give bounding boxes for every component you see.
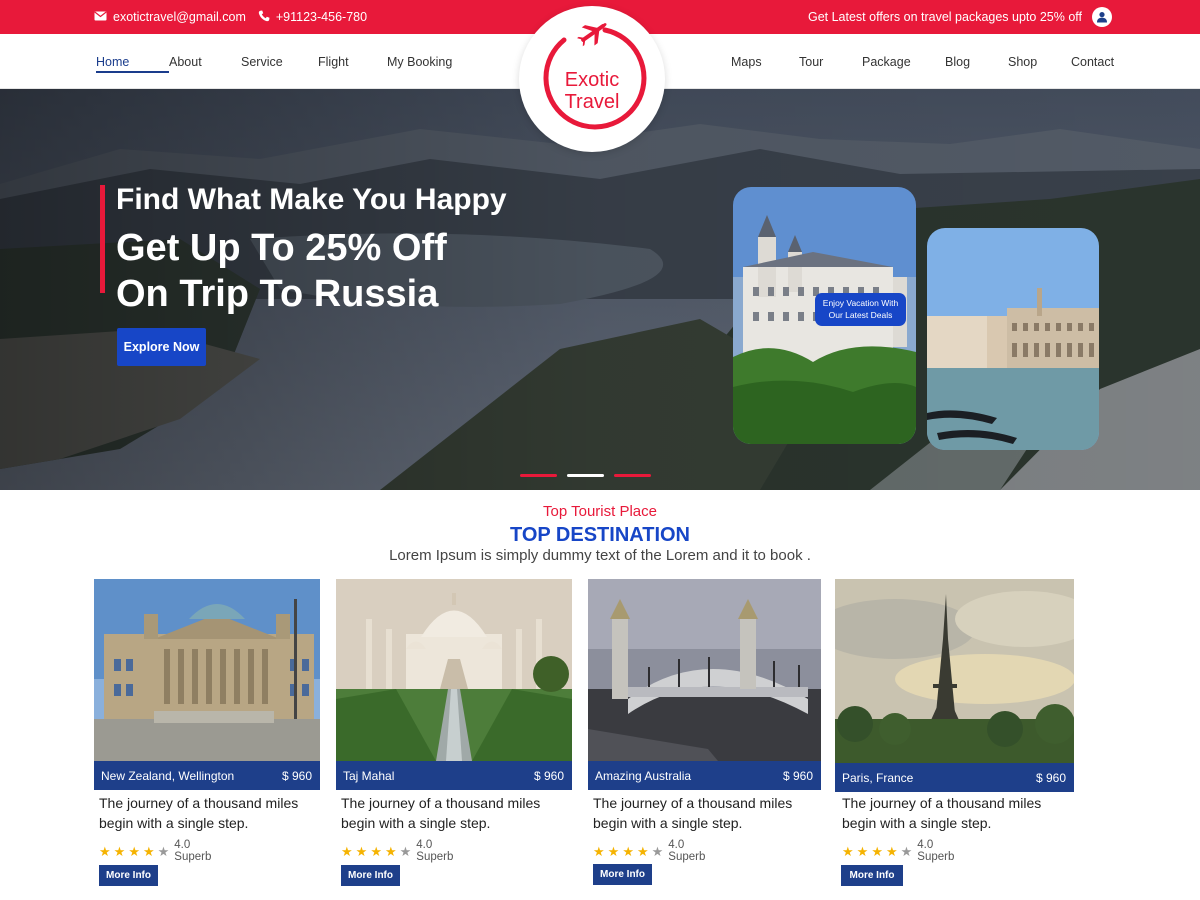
star-icon: ★ bbox=[142, 843, 155, 859]
logo-text-line1: Exotic bbox=[564, 69, 620, 91]
star-icon: ★ bbox=[885, 843, 898, 859]
more-info-button-3[interactable]: More Info bbox=[593, 864, 652, 885]
star-icon: ★ bbox=[856, 843, 869, 859]
star-icon: ★ bbox=[128, 843, 140, 859]
phone-text: +91123-456-780 bbox=[275, 10, 368, 24]
user-icon[interactable] bbox=[1092, 7, 1112, 27]
nav-right: Maps Tour Package Blog Shop Contact bbox=[731, 34, 1114, 89]
more-info-button-4[interactable]: More Info bbox=[841, 865, 903, 886]
destination-rating-1: ★ ★ ★ ★ ★ 4.0 Superb bbox=[99, 839, 211, 863]
destination-rating-text-4: 4.0 Superb bbox=[917, 839, 955, 863]
destination-bar-2: Taj Mahal $ 960 bbox=[336, 761, 572, 790]
destination-price-1: $ 960 bbox=[281, 768, 312, 783]
star-icon: ★ bbox=[99, 843, 111, 859]
venice-image bbox=[927, 228, 1099, 450]
destination-bar-1: New Zealand, Wellington $ 960 bbox=[94, 761, 320, 790]
deal-badge: Enjoy Vacation With Our Latest Deals bbox=[815, 293, 906, 326]
star-icon: ★ bbox=[384, 843, 397, 859]
deal-badge-line1: Enjoy Vacation With bbox=[822, 298, 899, 308]
nav-flight[interactable]: Flight bbox=[318, 55, 387, 69]
star-empty-icon: ★ bbox=[651, 843, 664, 859]
star-icon: ★ bbox=[593, 843, 605, 859]
envelope-icon bbox=[94, 10, 107, 24]
destination-description-1: The journey of a thousand miles begin wi… bbox=[99, 795, 299, 831]
hero-subtitle: Find What Make You Happy bbox=[116, 183, 507, 216]
nav-home[interactable]: Home bbox=[96, 55, 169, 73]
destination-image-3 bbox=[588, 579, 821, 761]
destination-rating-text-2: 4.0 Superb bbox=[416, 839, 454, 863]
section-kicker: Top Tourist Place bbox=[543, 503, 657, 520]
destination-image-4 bbox=[835, 579, 1074, 764]
exotic-travel-logo[interactable]: Exotic Travel bbox=[519, 6, 665, 152]
star-icon: ★ bbox=[113, 843, 126, 859]
section-title: TOP DESTINATION bbox=[509, 524, 691, 546]
offer-area: Get Latest offers on travel packages upt… bbox=[808, 0, 1112, 34]
star-icon: ★ bbox=[370, 843, 382, 859]
section-description: Lorem Ipsum is simply dummy text of the … bbox=[389, 547, 811, 564]
carousel-dot-1[interactable] bbox=[520, 474, 557, 477]
nav-package[interactable]: Package bbox=[862, 55, 945, 69]
destination-rating-3: ★ ★ ★ ★ ★ 4.0 Superb bbox=[593, 839, 705, 863]
destination-bar-4: Paris, France $ 960 bbox=[835, 763, 1074, 792]
nav-tour[interactable]: Tour bbox=[799, 55, 862, 69]
destination-price-3: $ 960 bbox=[782, 768, 813, 783]
destination-name-2: Taj Mahal bbox=[343, 768, 395, 783]
star-empty-icon: ★ bbox=[900, 843, 913, 859]
nav-contact[interactable]: Contact bbox=[1071, 55, 1114, 69]
deal-badge-line2: Our Latest Deals bbox=[828, 310, 893, 320]
destination-description-3: The journey of a thousand miles begin wi… bbox=[593, 795, 793, 831]
star-icon: ★ bbox=[622, 843, 634, 859]
destination-image-1 bbox=[94, 579, 320, 761]
destination-price-2: $ 960 bbox=[533, 768, 564, 783]
nav-service[interactable]: Service bbox=[241, 55, 318, 69]
destination-rating-text-3: 4.0 Superb bbox=[668, 839, 706, 863]
star-icon: ★ bbox=[607, 843, 620, 859]
hero-title-line2: On Trip To Russia bbox=[116, 273, 439, 315]
phone-contact[interactable]: +91123-456-780 bbox=[258, 10, 367, 25]
carousel-indicators bbox=[520, 474, 651, 477]
nav-my-booking[interactable]: My Booking bbox=[387, 55, 452, 69]
contact-info: exotictravel@gmail.com +91123-456-780 bbox=[94, 0, 367, 34]
destination-rating-text-1: 4.0 Superb bbox=[174, 839, 212, 863]
star-empty-icon: ★ bbox=[157, 843, 170, 859]
star-icon: ★ bbox=[341, 843, 353, 859]
nav-blog[interactable]: Blog bbox=[945, 55, 1008, 69]
nav-shop[interactable]: Shop bbox=[1008, 55, 1071, 69]
destination-bar-3: Amazing Australia $ 960 bbox=[588, 761, 821, 790]
hero-title-line1: Get Up To 25% Off bbox=[116, 227, 447, 269]
hero-accent-bar bbox=[100, 185, 105, 293]
carousel-dot-3[interactable] bbox=[614, 474, 651, 477]
destination-description-2: The journey of a thousand miles begin wi… bbox=[341, 795, 541, 831]
email-contact[interactable]: exotictravel@gmail.com bbox=[94, 10, 246, 24]
star-icon: ★ bbox=[871, 843, 883, 859]
nav-about[interactable]: About bbox=[169, 55, 241, 69]
destination-image-2 bbox=[336, 579, 572, 761]
destination-name-1: New Zealand, Wellington bbox=[101, 768, 235, 783]
star-empty-icon: ★ bbox=[399, 843, 412, 859]
explore-now-button[interactable]: Explore Now bbox=[117, 328, 206, 366]
destination-name-3: Amazing Australia bbox=[595, 768, 692, 783]
more-info-button-2[interactable]: More Info bbox=[341, 865, 400, 886]
star-icon: ★ bbox=[842, 843, 854, 859]
email-text: exotictravel@gmail.com bbox=[113, 10, 246, 24]
destination-rating-2: ★ ★ ★ ★ ★ 4.0 Superb bbox=[341, 839, 453, 863]
destination-name-4: Paris, France bbox=[842, 770, 914, 785]
more-info-button-1[interactable]: More Info bbox=[99, 865, 158, 886]
destination-description-4: The journey of a thousand miles begin wi… bbox=[842, 795, 1042, 831]
destination-price-4: $ 960 bbox=[1035, 770, 1066, 785]
star-icon: ★ bbox=[636, 843, 649, 859]
venice-photo-card[interactable] bbox=[927, 228, 1099, 450]
phone-icon bbox=[258, 10, 270, 25]
offer-text: Get Latest offers on travel packages upt… bbox=[807, 10, 1082, 24]
logo-text-line2: Travel bbox=[564, 91, 620, 113]
destination-rating-4: ★ ★ ★ ★ ★ 4.0 Superb bbox=[842, 839, 954, 863]
nav-maps[interactable]: Maps bbox=[731, 55, 799, 69]
star-icon: ★ bbox=[355, 843, 368, 859]
nav-left: Home About Service Flight My Booking bbox=[96, 34, 452, 89]
carousel-dot-2[interactable] bbox=[567, 474, 604, 477]
